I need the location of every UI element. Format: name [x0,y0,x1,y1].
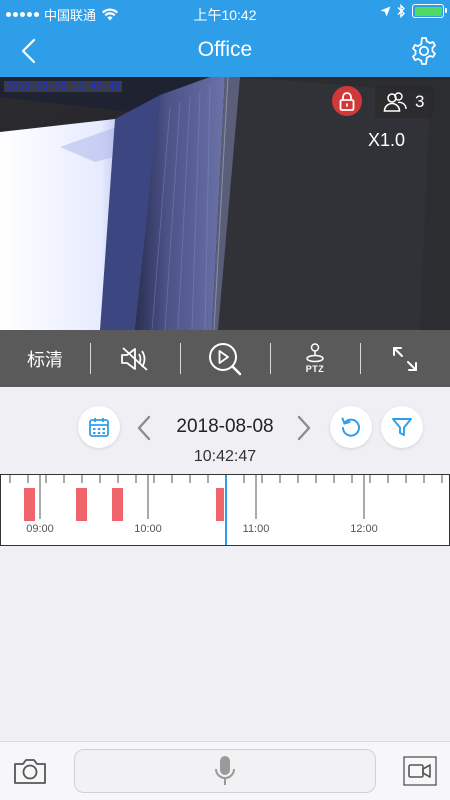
mute-button[interactable] [90,330,180,387]
quality-button[interactable]: 标清 [0,330,90,387]
recording-segment [24,488,35,521]
bottom-bar [0,741,450,800]
video-view[interactable]: 2018-08-08 10:42:43 3 X1.0 [0,77,450,330]
playback-search-button[interactable] [180,330,270,387]
refresh-icon [341,417,360,437]
video-timestamp: 2018-08-08 10:42:43 [4,81,123,92]
expand-icon [393,346,417,371]
timeline-scale: 09:00 10:00 11:00 12:00 [9,475,443,545]
record-video-icon[interactable] [403,754,437,788]
playback-date: 2018-08-08 [176,416,274,437]
joystick-icon [306,343,324,363]
hour-label: 11:00 [243,523,270,535]
microphone-icon [215,756,235,785]
lock-button[interactable] [332,86,362,116]
recording-timeline[interactable]: 09:00 10:00 11:00 12:00 [0,474,450,546]
next-day-button[interactable] [294,413,314,443]
camera-icon[interactable] [12,753,48,789]
battery-icon [412,4,447,18]
location-icon [380,6,391,16]
lock-icon [339,92,355,111]
playback-time: 10:42:47 [193,448,257,465]
bluetooth-icon [397,4,405,18]
page-title: Office [197,38,253,61]
fullscreen-button[interactable] [360,330,450,387]
previous-day-button[interactable] [134,413,154,443]
calendar-icon [89,418,109,437]
chevron-left-icon [137,415,151,441]
recording-segment [216,488,224,521]
viewer-count-value: 3 [415,92,425,111]
status-bar: 中国联通 上午10:42 [0,0,450,25]
calendar-button[interactable] [78,406,120,448]
recording-segment [76,488,87,521]
talk-button[interactable] [74,749,376,793]
quality-label: 标清 [27,349,63,370]
zoom-level: X1.0 [368,130,406,150]
chevron-right-icon [297,415,311,441]
mute-icon [121,346,148,371]
hour-label: 12:00 [350,523,378,535]
users-icon [383,92,407,112]
filter-button[interactable] [381,406,423,448]
refresh-button[interactable] [330,406,372,448]
viewer-count: 3 [375,86,433,118]
ptz-button[interactable]: PTZ [270,330,360,387]
nav-bar: Office [0,25,450,77]
control-bar: 标清 PTZ [0,330,450,387]
playback-search-icon [209,342,242,375]
recording-segment [112,488,123,521]
ptz-control: PTZ [304,343,326,374]
gear-icon[interactable] [408,35,440,67]
status-right [380,4,447,18]
hour-label: 09:00 [26,523,54,535]
hour-label: 10:00 [134,523,162,535]
ptz-label: PTZ [305,364,325,374]
filter-icon [392,418,412,436]
